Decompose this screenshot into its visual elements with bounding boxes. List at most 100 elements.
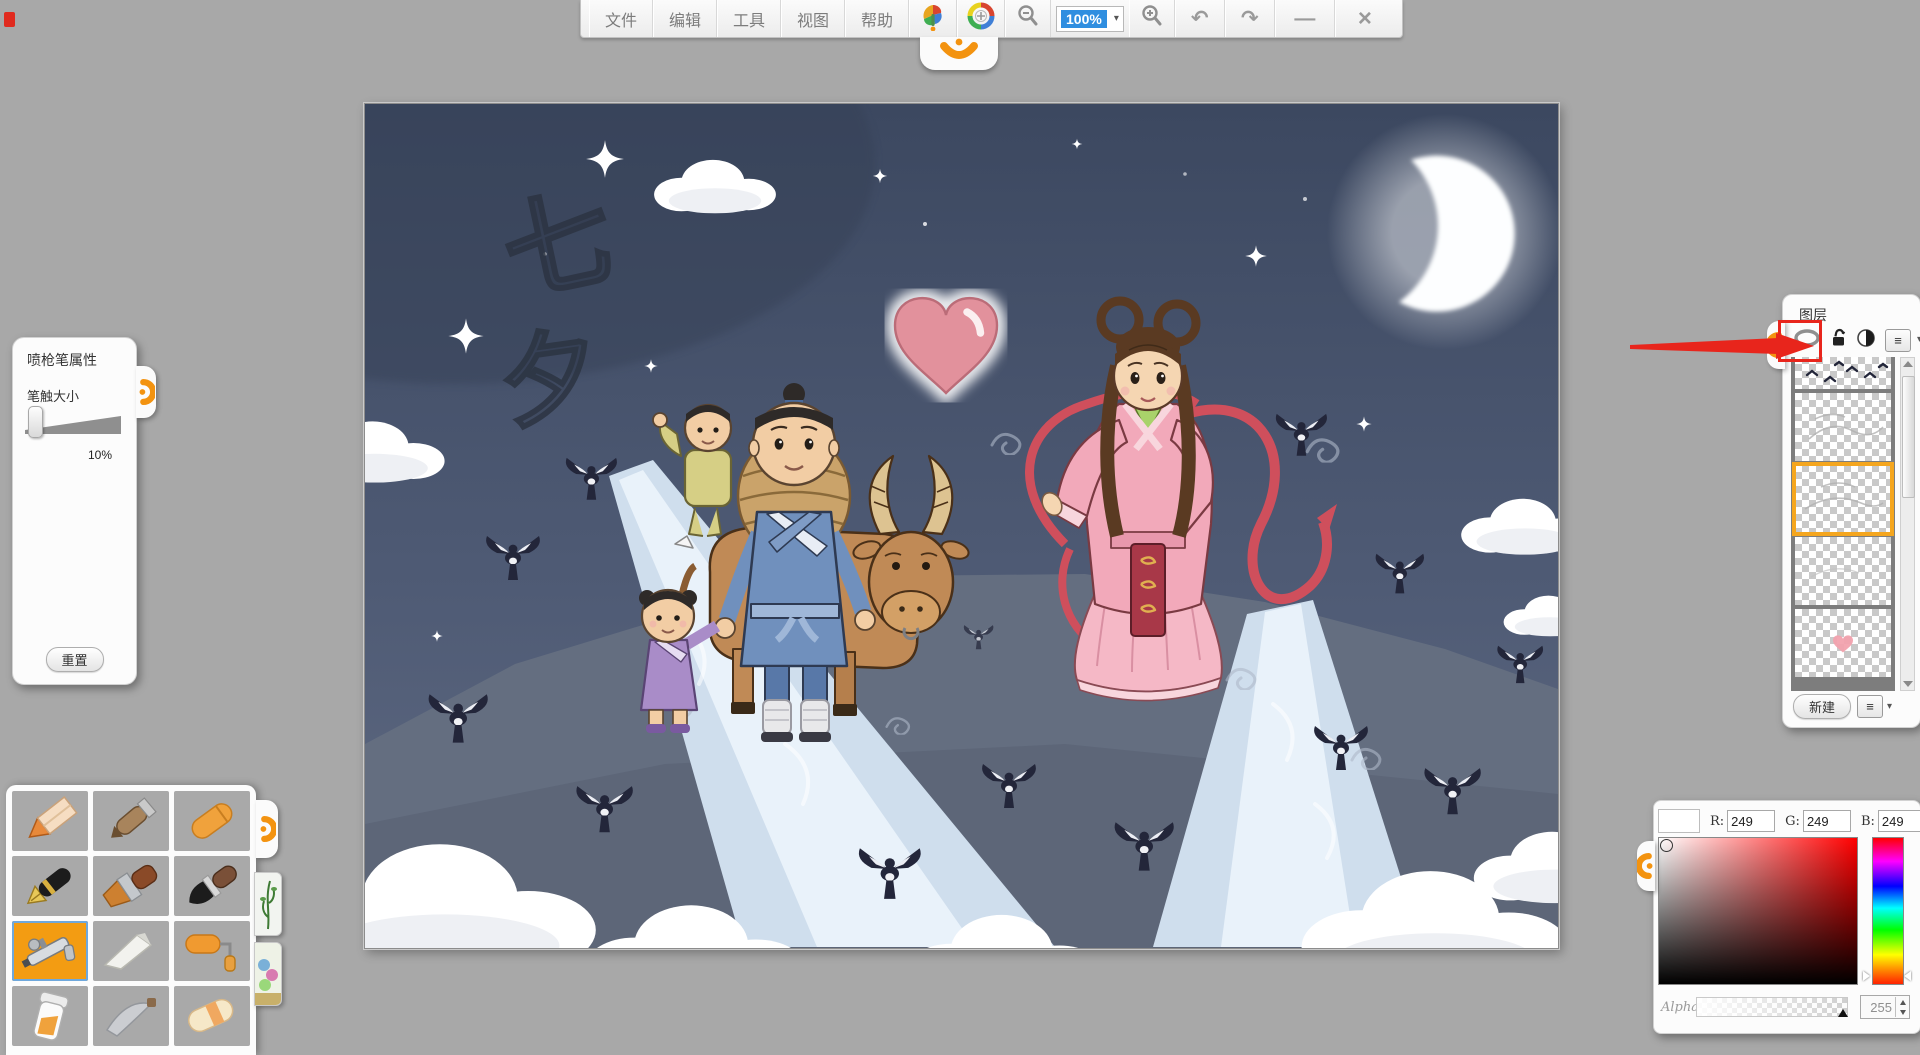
toolbar-left-cap xyxy=(581,0,589,37)
zoom-caret-icon[interactable]: ▾ xyxy=(1114,14,1119,24)
slider-thumb[interactable] xyxy=(28,406,43,438)
alpha-marker[interactable] xyxy=(1838,1009,1848,1017)
zoom-in-button[interactable] xyxy=(1129,0,1175,37)
brush-paint-roller[interactable] xyxy=(174,921,250,981)
brush-size-value: 10% xyxy=(88,448,112,462)
brush-wood-pencil[interactable] xyxy=(93,791,169,851)
svg-text:夕: 夕 xyxy=(492,315,607,445)
layers-footer-caret-icon[interactable]: ▾ xyxy=(1887,702,1892,712)
close-icon: × xyxy=(1358,7,1372,31)
lagoon-c-icon xyxy=(258,813,276,845)
brush-palette-icon xyxy=(918,1,948,36)
layer-list xyxy=(1791,357,1895,691)
menu-edit[interactable]: 编辑 xyxy=(653,0,717,37)
layer-thumbnail-heart[interactable] xyxy=(1795,609,1891,677)
hue-bar[interactable] xyxy=(1872,837,1904,985)
toolbar-right-cap xyxy=(1394,0,1402,37)
green-label: G: xyxy=(1785,814,1800,829)
menu-help[interactable]: 帮助 xyxy=(845,0,909,37)
brush-crayon[interactable] xyxy=(174,791,250,851)
brush-properties-panel: 喷枪笔属性 笔触大小 10% 重置 xyxy=(12,337,137,685)
drawing-canvas[interactable]: 七 夕 xyxy=(364,103,1559,949)
current-color-swatch[interactable] xyxy=(1658,809,1700,833)
layer-options-menu-button[interactable]: ≡ xyxy=(1885,329,1911,352)
layer-list-scrollbar[interactable] xyxy=(1900,357,1915,691)
plant-stamp-thumbnail[interactable] xyxy=(254,872,282,936)
layer-thumbnail-selected[interactable] xyxy=(1795,465,1891,533)
brush-panel-title: 喷枪笔属性 xyxy=(27,350,97,370)
undo-icon: ↶ xyxy=(1191,8,1209,29)
saturation-value-square[interactable] xyxy=(1658,837,1858,985)
palette-lagoon-handle[interactable] xyxy=(256,800,278,858)
menu-tools[interactable]: 工具 xyxy=(717,0,781,37)
color-value-row: R: G: B: xyxy=(1658,809,1920,833)
green-input[interactable] xyxy=(1803,810,1851,832)
plant-thumbnail-image xyxy=(255,873,281,935)
brush-airbrush[interactable] xyxy=(12,921,88,981)
hue-marker-left[interactable] xyxy=(1863,971,1870,981)
scroll-up-icon[interactable] xyxy=(1903,361,1913,367)
scroll-down-icon[interactable] xyxy=(1903,681,1913,687)
new-layer-button[interactable]: 新建 xyxy=(1793,694,1851,719)
main-toolbar: 文件 编辑 工具 视图 帮助 xyxy=(580,0,1403,38)
brush-pencil[interactable] xyxy=(12,791,88,851)
spin-up-icon xyxy=(1900,1000,1906,1005)
toolbar-lagoon-handle[interactable] xyxy=(920,37,998,70)
close-button[interactable]: × xyxy=(1335,0,1394,37)
brush-palette-panel xyxy=(6,785,256,1055)
brush-size-label: 笔触大小 xyxy=(27,386,79,405)
recording-marker xyxy=(4,12,15,27)
red-input[interactable] xyxy=(1727,810,1775,832)
undo-button[interactable]: ↶ xyxy=(1175,0,1225,37)
zoom-out-icon xyxy=(1016,4,1040,33)
layer-thumbnail-sketch-1[interactable] xyxy=(1795,393,1891,461)
zoom-out-button[interactable] xyxy=(1005,0,1051,37)
brush-grid xyxy=(6,785,256,1052)
brush-ink-brush[interactable] xyxy=(174,856,250,916)
color-picker-lagoon-handle[interactable] xyxy=(1637,841,1655,891)
layer-blend-icon[interactable] xyxy=(1856,328,1876,353)
brush-paint-jar[interactable] xyxy=(12,986,88,1046)
color-cursor[interactable] xyxy=(1660,839,1673,852)
alpha-spinner[interactable]: 255 xyxy=(1860,995,1910,1019)
brush-palette-toggle-button[interactable] xyxy=(909,0,957,37)
alpha-value: 255 xyxy=(1861,1000,1895,1015)
layer-lock-icon[interactable] xyxy=(1830,328,1847,352)
redo-icon: ↷ xyxy=(1241,8,1259,29)
alpha-spin-up[interactable] xyxy=(1896,997,1909,1007)
brush-smudge-blade[interactable] xyxy=(93,986,169,1046)
lagoon-c-icon xyxy=(137,376,155,408)
annotation-highlight-box xyxy=(1778,320,1822,362)
alpha-label: Alpha xyxy=(1661,1000,1699,1015)
brush-size-slider[interactable] xyxy=(25,410,121,436)
blue-label: B: xyxy=(1861,814,1875,829)
image-thumbnail-picture xyxy=(255,943,281,1005)
image-stamp-thumbnail[interactable] xyxy=(254,942,282,1006)
minimize-icon: — xyxy=(1294,8,1315,29)
red-label: R: xyxy=(1710,814,1724,829)
scrollbar-thumb[interactable] xyxy=(1902,376,1915,498)
brush-eraser[interactable] xyxy=(174,986,250,1046)
zoom-level-value[interactable]: 100% xyxy=(1061,10,1107,28)
crescent-moon xyxy=(1327,114,1558,350)
brush-panel-lagoon-handle[interactable] xyxy=(136,366,156,418)
alpha-slider[interactable] xyxy=(1696,997,1848,1017)
brush-paintbrush[interactable] xyxy=(93,856,169,916)
redo-button[interactable]: ↷ xyxy=(1225,0,1275,37)
hue-marker-right[interactable] xyxy=(1904,971,1911,981)
layer-thumbnail-sketch-2[interactable] xyxy=(1795,537,1891,605)
brush-fountain-pen[interactable] xyxy=(12,856,88,916)
menu-view[interactable]: 视图 xyxy=(781,0,845,37)
zoom-level-field[interactable]: 100% ▾ xyxy=(1056,6,1124,32)
layers-panel-footer: 新建 ≡ ▾ xyxy=(1793,694,1913,719)
menu-file[interactable]: 文件 xyxy=(589,0,653,37)
brush-palette-knife[interactable] xyxy=(93,921,169,981)
color-editor-toggle-button[interactable] xyxy=(957,0,1005,37)
alpha-spin-down[interactable] xyxy=(1896,1007,1909,1017)
blue-input[interactable] xyxy=(1878,810,1920,832)
minimize-button[interactable]: — xyxy=(1275,0,1335,37)
lagoon-smile-icon xyxy=(936,38,982,69)
reset-button[interactable]: 重置 xyxy=(45,647,103,672)
spin-down-icon xyxy=(1900,1010,1906,1015)
layers-footer-menu-button[interactable]: ≡ xyxy=(1857,695,1883,718)
